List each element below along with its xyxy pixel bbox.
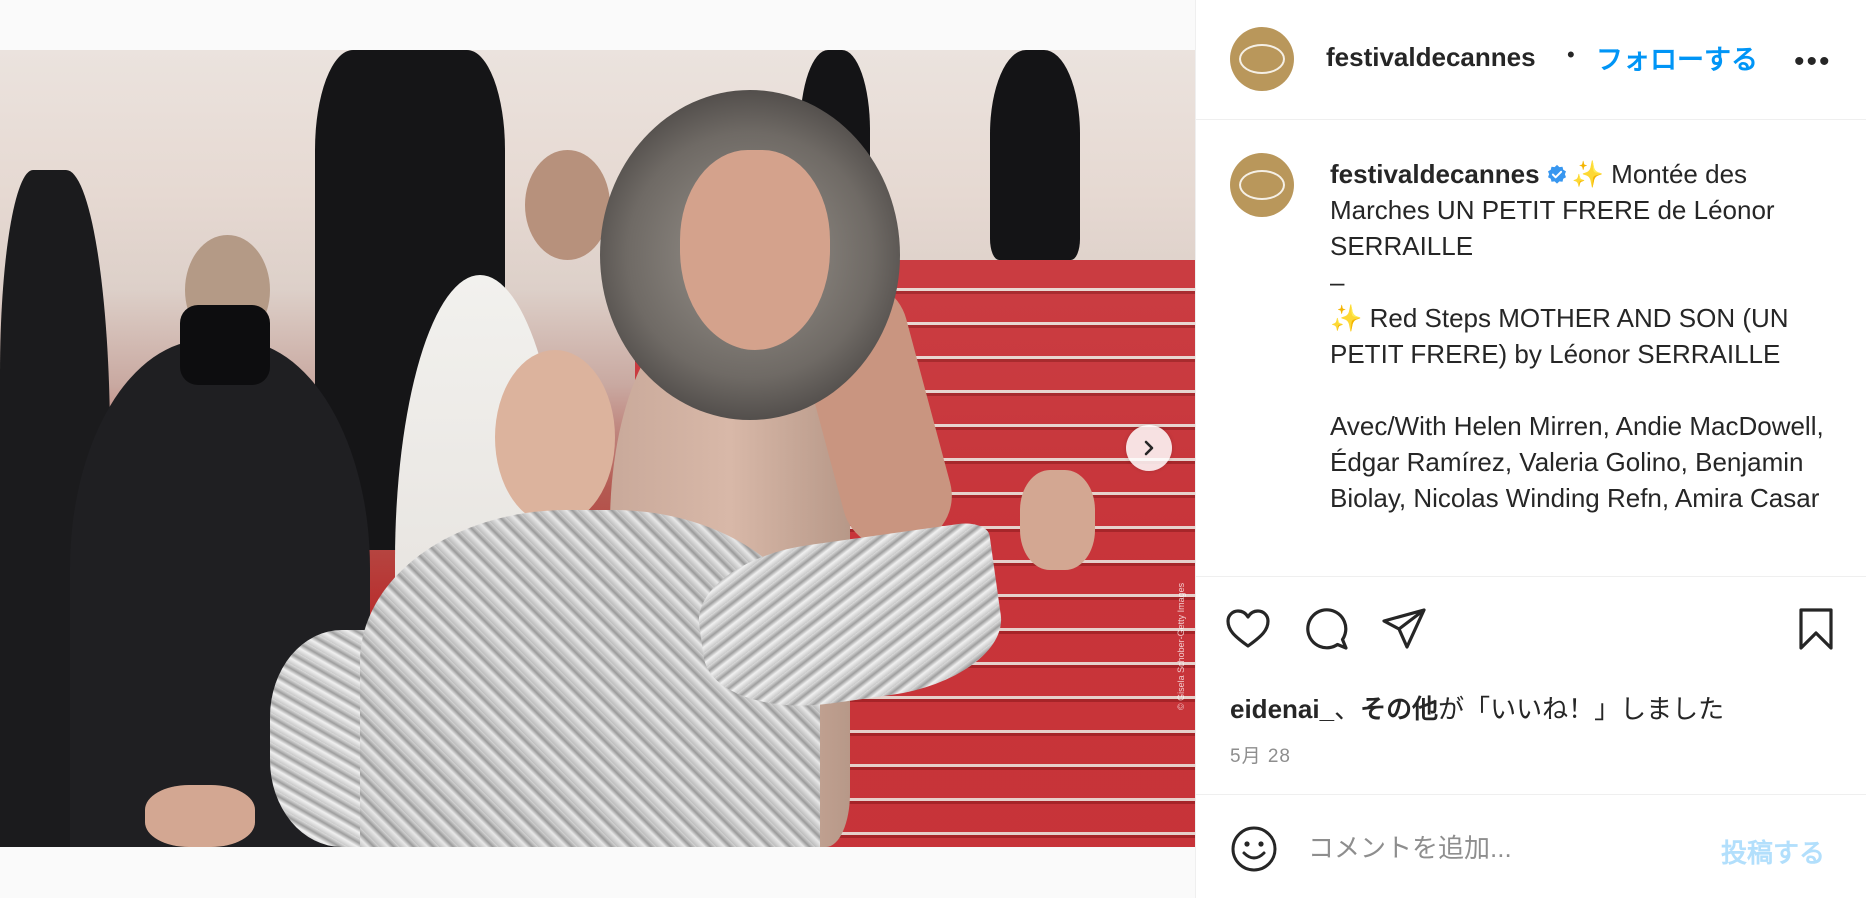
post-comment-button[interactable]: 投稿する (1721, 833, 1825, 870)
caption-text: festivaldecannes ✨ Montée des Marches UN … (1330, 156, 1830, 516)
woman-face (495, 350, 615, 525)
caption-section: festivaldecannes ✨ Montée des Marches UN … (1196, 121, 1866, 576)
caption-line: – (1330, 267, 1345, 297)
likes-suffix: が「いいね！」しました (1438, 694, 1725, 724)
share-icon[interactable] (1380, 605, 1428, 653)
hand (1020, 470, 1095, 570)
verified-badge-icon (1547, 164, 1566, 184)
likes-summary: eidenai_、その他が「いいね！」しました (1230, 689, 1724, 726)
chevron-right-icon (1144, 440, 1154, 456)
post-actions: eidenai_、その他が「いいね！」しました 5月 28 (1196, 576, 1866, 796)
likes-separator: 、 (1334, 694, 1361, 724)
comment-icon[interactable] (1302, 605, 1350, 653)
background-person (990, 50, 1080, 260)
caption-line: Avec/With Helen Mirren, Andie MacDowell,… (1330, 411, 1831, 513)
photo-credit: © Gisela Schober-Getty Images (1176, 582, 1186, 710)
author-username[interactable]: festivaldecannes (1326, 42, 1536, 73)
liker-username[interactable]: eidenai_ (1230, 694, 1334, 724)
background-person-head (525, 150, 610, 260)
separator-dot: • (1567, 42, 1575, 67)
comment-input[interactable] (1308, 823, 1708, 873)
palm-logo-icon (1239, 170, 1285, 200)
comment-bar: 投稿する (1196, 794, 1866, 898)
follow-button[interactable]: フォローする (1596, 38, 1758, 77)
heart-icon[interactable] (1224, 605, 1272, 653)
caption-line: ✨ Red Steps MOTHER AND SON (UN PETIT FRE… (1330, 303, 1796, 369)
avatar[interactable] (1230, 153, 1294, 217)
avatar[interactable] (1230, 27, 1294, 91)
post-media-pane: © Gisela Schober-Getty Images (0, 0, 1195, 898)
camera (180, 305, 270, 385)
more-options-button[interactable]: ••• (1794, 45, 1832, 79)
palm-logo-icon (1239, 44, 1285, 74)
emoji-icon[interactable] (1230, 825, 1278, 873)
likes-others-link[interactable]: その他 (1360, 694, 1438, 724)
post-date[interactable]: 5月 28 (1230, 741, 1291, 768)
post-details-pane: festivaldecannes • フォローする ••• festivalde… (1195, 0, 1866, 898)
post-photo[interactable]: © Gisela Schober-Getty Images (0, 50, 1195, 847)
laughing-face (680, 150, 830, 350)
post-header: festivaldecannes • フォローする ••• (1196, 0, 1866, 120)
bookmark-icon[interactable] (1792, 605, 1840, 653)
hand (145, 785, 255, 847)
caption-username[interactable]: festivaldecannes (1330, 159, 1540, 189)
next-photo-button[interactable] (1126, 425, 1172, 471)
